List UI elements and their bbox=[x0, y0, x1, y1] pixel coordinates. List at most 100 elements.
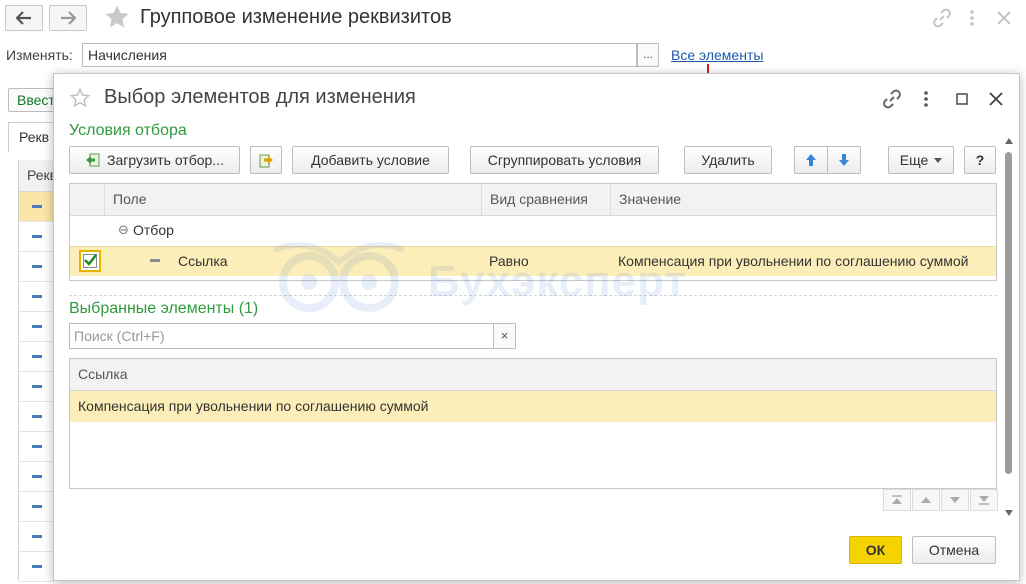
filter-group-row[interactable]: ⊖ Отбор bbox=[70, 216, 996, 246]
move-down-button[interactable] bbox=[827, 146, 861, 174]
more-button[interactable]: Еще bbox=[888, 146, 954, 174]
load-filter-label: Загрузить отбор... bbox=[107, 152, 224, 168]
table-row[interactable] bbox=[19, 342, 54, 372]
dash-icon bbox=[32, 205, 42, 208]
search-input[interactable]: Поиск (Ctrl+F) bbox=[69, 323, 494, 349]
change-label: Изменять: bbox=[6, 47, 73, 63]
scroll-down-button[interactable] bbox=[941, 489, 969, 511]
dash-icon bbox=[32, 415, 42, 418]
requisites-table: Рекв bbox=[18, 160, 54, 582]
add-condition-label: Добавить условие bbox=[311, 152, 430, 168]
filter-condition-row[interactable]: Ссылка Равно Компенсация при увольнении … bbox=[70, 246, 996, 276]
filter-section-title: Условия отбора bbox=[69, 122, 187, 139]
field-dash-icon bbox=[150, 259, 160, 262]
checkmark-icon bbox=[84, 254, 97, 266]
condition-value: Компенсация при увольнении по соглашению… bbox=[618, 253, 969, 269]
forward-button[interactable] bbox=[49, 5, 87, 31]
table-row[interactable] bbox=[19, 252, 54, 282]
dash-icon bbox=[32, 235, 42, 238]
save-filter-icon bbox=[258, 152, 274, 168]
group-conditions-button[interactable]: Сгруппировать условия bbox=[470, 146, 659, 174]
column-header-field[interactable]: Поле bbox=[104, 184, 481, 216]
dash-icon bbox=[32, 355, 42, 358]
save-filter-button[interactable] bbox=[250, 146, 282, 174]
scrollbar-thumb[interactable] bbox=[1005, 152, 1012, 474]
selected-table-header[interactable]: Ссылка bbox=[70, 359, 996, 391]
cancel-button[interactable]: Отмена bbox=[912, 536, 996, 564]
table-row[interactable] bbox=[19, 402, 54, 432]
condition-checkbox[interactable] bbox=[79, 250, 101, 272]
favorite-star-icon[interactable] bbox=[103, 3, 131, 34]
last-page-icon bbox=[979, 496, 989, 505]
dash-icon bbox=[32, 265, 42, 268]
filter-group-label: Отбор bbox=[133, 222, 174, 238]
close-icon[interactable] bbox=[994, 8, 1014, 28]
table-row[interactable] bbox=[19, 282, 54, 312]
help-label: ? bbox=[975, 152, 985, 168]
load-filter-icon bbox=[85, 152, 101, 168]
table-row[interactable] bbox=[19, 462, 54, 492]
delete-label: Удалить bbox=[701, 152, 755, 168]
chevron-down-icon bbox=[934, 157, 943, 163]
table-row[interactable] bbox=[19, 372, 54, 402]
tab-requisites[interactable]: Рекв bbox=[8, 122, 58, 152]
page-title: Групповое изменение реквизитов bbox=[140, 6, 452, 28]
filter-table-header: Поле Вид сравнения Значение bbox=[70, 184, 996, 216]
dialog-scrollbar[interactable] bbox=[1004, 138, 1014, 516]
selected-section-title: Выбранные элементы (1) bbox=[69, 300, 259, 317]
dash-icon bbox=[32, 445, 42, 448]
close-icon[interactable] bbox=[985, 88, 1007, 110]
favorite-star-icon[interactable] bbox=[69, 87, 91, 112]
scroll-first-button[interactable] bbox=[883, 489, 911, 511]
table-header: Рекв bbox=[19, 160, 54, 192]
clear-search-button[interactable]: × bbox=[494, 323, 516, 349]
all-elements-link[interactable]: Все элементы bbox=[671, 47, 763, 63]
change-field[interactable]: Начисления bbox=[82, 43, 637, 67]
select-button[interactable]: ... bbox=[637, 43, 659, 67]
condition-comparison: Равно bbox=[489, 253, 529, 269]
table-row[interactable] bbox=[19, 312, 54, 342]
dash-icon bbox=[32, 325, 42, 328]
scroll-up-arrow-icon bbox=[1005, 138, 1013, 144]
table-row[interactable] bbox=[19, 522, 54, 552]
dash-icon bbox=[32, 475, 42, 478]
select-elements-dialog: Выбор элементов для изменения Условия от… bbox=[53, 73, 1020, 581]
table-row[interactable] bbox=[19, 192, 54, 222]
arrow-right-icon bbox=[61, 11, 76, 25]
table-row[interactable] bbox=[19, 492, 54, 522]
more-vertical-icon[interactable] bbox=[962, 8, 982, 28]
dash-icon bbox=[32, 385, 42, 388]
table-row[interactable] bbox=[19, 222, 54, 252]
dash-icon bbox=[32, 565, 42, 568]
checkbox-box bbox=[83, 254, 97, 268]
table-row[interactable] bbox=[19, 432, 54, 462]
dash-icon bbox=[32, 295, 42, 298]
triangle-down-icon bbox=[950, 497, 960, 503]
delete-button[interactable]: Удалить bbox=[684, 146, 772, 174]
triangle-up-icon bbox=[921, 497, 931, 503]
column-header-value[interactable]: Значение bbox=[610, 184, 996, 216]
add-condition-button[interactable]: Добавить условие bbox=[292, 146, 449, 174]
link-icon[interactable] bbox=[932, 8, 952, 28]
scroll-last-button[interactable] bbox=[970, 489, 998, 511]
scroll-up-button[interactable] bbox=[912, 489, 940, 511]
move-up-button[interactable] bbox=[794, 146, 828, 174]
column-header-comparison[interactable]: Вид сравнения bbox=[481, 184, 610, 216]
arrow-left-icon bbox=[16, 11, 31, 25]
first-page-icon bbox=[892, 495, 902, 504]
dash-icon bbox=[32, 505, 42, 508]
input-button[interactable]: Ввест bbox=[8, 88, 58, 112]
back-button[interactable] bbox=[5, 5, 43, 31]
table-row[interactable] bbox=[19, 552, 54, 582]
maximize-icon[interactable] bbox=[951, 88, 973, 110]
group-conditions-label: Сгруппировать условия bbox=[487, 152, 642, 168]
ok-button[interactable]: ОК bbox=[849, 536, 902, 564]
dialog-title: Выбор элементов для изменения bbox=[104, 86, 416, 108]
table-row[interactable]: Компенсация при увольнении по соглашению… bbox=[70, 391, 996, 422]
link-icon[interactable] bbox=[881, 88, 903, 110]
divider bbox=[69, 295, 997, 296]
more-vertical-icon[interactable] bbox=[915, 88, 937, 110]
dash-icon bbox=[32, 535, 42, 538]
help-button[interactable]: ? bbox=[964, 146, 996, 174]
load-filter-button[interactable]: Загрузить отбор... bbox=[69, 146, 240, 174]
